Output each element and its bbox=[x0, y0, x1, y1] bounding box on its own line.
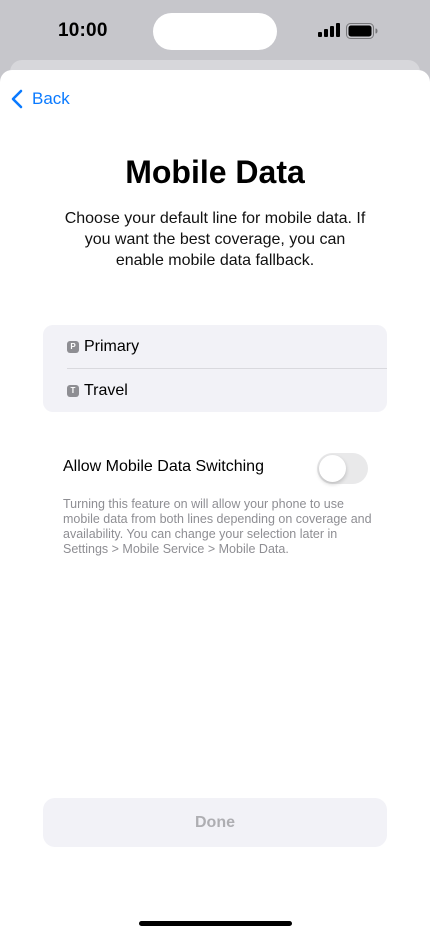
cellular-signal-icon bbox=[318, 23, 340, 37]
chevron-left-icon bbox=[11, 89, 23, 109]
line-badge-icon: P bbox=[67, 340, 79, 353]
page-subtitle: Choose your default line for mobile data… bbox=[64, 210, 366, 269]
line-option-primary[interactable]: P Primary bbox=[43, 325, 387, 368]
line-list: P Primary T Travel bbox=[43, 325, 387, 412]
mobile-data-sheet: Back Mobile Data Choose your default lin… bbox=[0, 70, 430, 934]
back-button-label: Back bbox=[32, 89, 70, 108]
status-time: 10:00 bbox=[58, 20, 108, 41]
line-badge-icon: T bbox=[67, 384, 79, 397]
done-button[interactable]: Done bbox=[43, 798, 387, 847]
line-option-travel[interactable]: T Travel bbox=[43, 369, 387, 412]
data-switching-toggle[interactable] bbox=[317, 453, 368, 484]
home-indicator bbox=[139, 921, 292, 926]
line-label: Primary bbox=[84, 337, 140, 355]
data-switching-label: Allow Mobile Data Switching bbox=[63, 458, 264, 475]
line-label: Travel bbox=[84, 381, 128, 399]
status-bar: 10:00 bbox=[0, 0, 430, 62]
toggle-knob bbox=[319, 455, 346, 482]
page-title: Mobile Data bbox=[125, 154, 305, 190]
data-switching-footnote: Turning this feature on will allow your … bbox=[63, 497, 372, 556]
back-button[interactable]: Back bbox=[10, 86, 70, 112]
battery-full-icon bbox=[346, 23, 378, 39]
dynamic-island bbox=[153, 13, 277, 50]
